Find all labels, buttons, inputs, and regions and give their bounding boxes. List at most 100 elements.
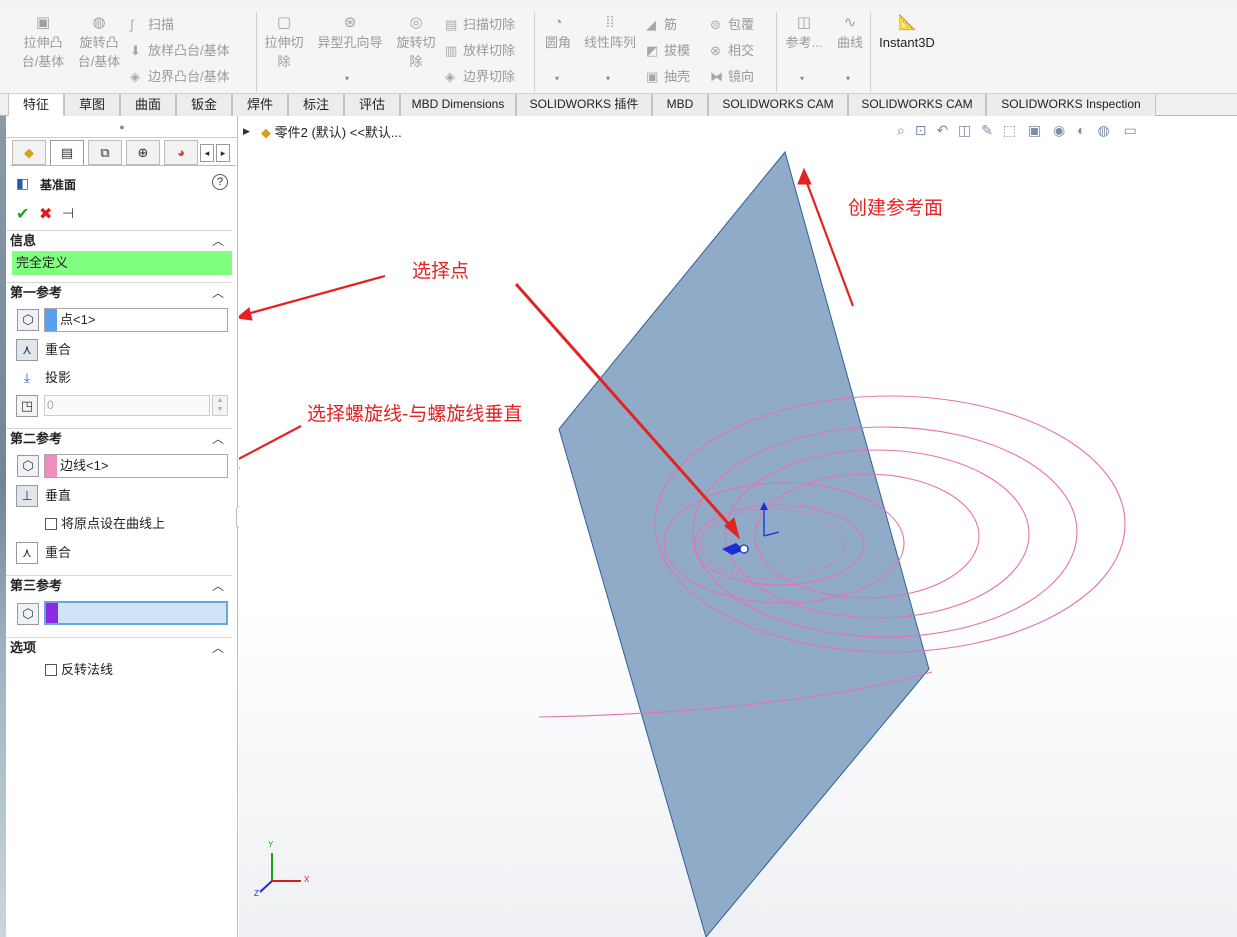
extrude-cut-icon: ▢ [276, 14, 292, 31]
reference-dropdown[interactable]: ▾ [800, 74, 804, 83]
triad-z-label: Z [254, 889, 259, 898]
rib-button[interactable]: ◢ 筋 [646, 16, 677, 34]
loft-button[interactable]: ⬇ 放样凸台/基体 [130, 42, 230, 60]
third-reference-header[interactable]: 第三参考 ︿ [6, 575, 232, 595]
mirror-button[interactable]: ⧓ 镜向 [710, 68, 754, 86]
dynamic-annotation-icon[interactable]: ✎ [981, 122, 993, 138]
collapse-chevron-icon: ︿ [211, 432, 224, 446]
revolve-cut-button[interactable]: ◎ 旋转切 除 [392, 14, 440, 71]
revolve-boss-button[interactable]: ◍ 旋转凸 台/基体 [74, 14, 124, 71]
coincident-icon[interactable]: ⋏ [16, 542, 38, 564]
extrude-cut-button[interactable]: ▢ 拉伸切 除 [260, 14, 308, 71]
section-view-icon[interactable]: ◫ [958, 122, 971, 138]
tab-4[interactable]: 焊件 [232, 94, 288, 116]
hole-wizard-dropdown[interactable]: ▾ [345, 74, 349, 83]
ok-check-icon[interactable]: ✔ [16, 204, 29, 224]
fillet-button[interactable]: ◔ 圆角 [540, 14, 576, 52]
info-section-header[interactable]: 信息 ︿ [6, 230, 232, 250]
curves-button[interactable]: ∿ 曲线 [832, 14, 868, 52]
mirror-icon: ⧓ [710, 69, 723, 84]
instant3d-button[interactable]: 📐 Instant3D [874, 14, 940, 52]
second-reference-field[interactable]: 边线<1> [44, 454, 228, 478]
wrap-button[interactable]: ⊜ 包覆 [710, 16, 754, 34]
loft-cut-button[interactable]: ▥ 放样切除 [445, 42, 515, 60]
view-orientation-icon[interactable]: ⬚ [1003, 122, 1016, 138]
perpendicular-icon[interactable]: ⊥ [16, 485, 38, 507]
zoom-area-icon[interactable]: ⊡ [915, 122, 927, 138]
graphics-viewport[interactable]: ▶ ◆ 零件2 (默认) <<默认... ⌕ ⊡ ↶ ◫ ✎ ⬚ ▣ ◉ ◐ ◍… [239, 116, 1237, 937]
tab-0[interactable]: 特征 [8, 94, 64, 116]
view-settings-icon[interactable]: ▭ [1124, 122, 1137, 138]
tab-scroll-right[interactable]: ▸ [216, 144, 230, 162]
tab-7[interactable]: MBD Dimensions [400, 94, 516, 116]
annotation-select-point: 选择点 [412, 261, 470, 282]
tab-8[interactable]: SOLIDWORKS 插件 [516, 94, 652, 116]
draft-icon: ◩ [646, 43, 659, 58]
boundary-cut-button[interactable]: ◈ 边界切除 [445, 68, 515, 86]
edit-appearance-icon[interactable]: ◐ [1077, 122, 1085, 138]
configurationmanager-tab-icon[interactable]: ⧉ [88, 140, 122, 165]
distance-input[interactable]: 0 [44, 395, 210, 416]
display-style-icon[interactable]: ▣ [1028, 122, 1041, 138]
tab-6[interactable]: 评估 [344, 94, 400, 116]
reference-geometry-icon: ◫ [796, 14, 812, 31]
annotation-select-helix: 选择螺旋线-与螺旋线垂直 [307, 404, 523, 425]
coincident-label: 重合 [45, 342, 72, 357]
tab-2[interactable]: 曲面 [120, 94, 176, 116]
tree-expand-arrow[interactable]: ▶ [243, 126, 250, 137]
triad-axes [259, 853, 301, 893]
distance-icon[interactable]: ◳ [16, 395, 38, 417]
tab-9[interactable]: MBD [652, 94, 708, 116]
boundary-boss-button[interactable]: ◈ 边界凸台/基体 [130, 68, 230, 86]
hole-wizard-icon: ⊛ [343, 14, 357, 31]
fillet-dropdown[interactable]: ▾ [555, 74, 559, 83]
pushpin-icon[interactable]: ⊣ [62, 205, 74, 222]
display-manager-tab-icon[interactable]: ◕ [164, 140, 198, 165]
distance-spinner[interactable]: ▲ ▼ [212, 395, 228, 416]
origin-on-curve-checkbox[interactable] [45, 518, 57, 530]
sweep-button[interactable]: ∫ 扫描 [130, 16, 174, 34]
third-reference-field[interactable] [44, 601, 228, 625]
panel-title: ◧ 基准面 ? [16, 174, 232, 194]
shell-button[interactable]: ▣ 抽壳 [646, 68, 690, 86]
loft-icon: ⬇ [130, 43, 141, 58]
draft-button[interactable]: ◩ 拔模 [646, 42, 690, 60]
rib-icon: ◢ [646, 17, 656, 32]
sweep-cut-button[interactable]: ▤ 扫描切除 [445, 16, 515, 34]
wrap-icon: ⊜ [710, 17, 721, 32]
zoom-to-fit-icon[interactable]: ⌕ [897, 122, 905, 138]
tab-10[interactable]: SOLIDWORKS CAM [708, 94, 848, 116]
linear-pattern-button[interactable]: ⁞⁞ 线性阵列 [580, 14, 640, 52]
intersect-button[interactable]: ⊗ 相交 [710, 42, 754, 60]
options-header[interactable]: 选项 ︿ [6, 637, 232, 657]
tab-5[interactable]: 标注 [288, 94, 344, 116]
boss-extrude-button[interactable]: ▣ 拉伸凸 台/基体 [18, 14, 68, 71]
tab-3[interactable]: 钣金 [176, 94, 232, 116]
cancel-x-icon[interactable]: ✖ [39, 204, 52, 224]
panel-splitter[interactable]: ● [6, 116, 238, 138]
second-reference-header[interactable]: 第二参考 ︿ [6, 428, 232, 448]
tab-11[interactable]: SOLIDWORKS CAM TBM [848, 94, 986, 132]
curves-dropdown[interactable]: ▾ [846, 74, 850, 83]
projection-icon[interactable]: ⤓ [16, 367, 38, 389]
tab-12[interactable]: SOLIDWORKS Inspection [986, 94, 1156, 116]
hole-wizard-button[interactable]: ⊛ 异型孔向导 [312, 14, 388, 52]
dimxpert-tab-icon[interactable]: ⊕ [126, 140, 160, 165]
feature-tree-root[interactable]: ◆ 零件2 (默认) <<默认... [261, 122, 402, 141]
first-reference-field[interactable]: 点<1> [44, 308, 228, 332]
projection-label: 投影 [45, 370, 72, 385]
loft-cut-icon: ▥ [445, 43, 458, 58]
coincident-icon[interactable]: ⋏ [16, 339, 38, 361]
previous-view-icon[interactable]: ↶ [936, 122, 948, 138]
hide-show-icon[interactable]: ◉ [1053, 122, 1065, 138]
tab-1[interactable]: 草图 [64, 94, 120, 116]
help-icon[interactable]: ? [212, 174, 228, 190]
scenes-icon[interactable]: ◍ [1097, 122, 1109, 138]
featuremanager-tab-icon[interactable]: ◆ [12, 140, 46, 165]
flip-normal-checkbox[interactable] [45, 664, 57, 676]
first-reference-header[interactable]: 第一参考 ︿ [6, 282, 232, 302]
reference-geometry-button[interactable]: ◫ 参考... [782, 14, 826, 52]
propertymanager-tab-icon[interactable]: ▤ [50, 140, 84, 165]
tab-scroll-left[interactable]: ◂ [200, 144, 214, 162]
pattern-dropdown[interactable]: ▾ [606, 74, 610, 83]
